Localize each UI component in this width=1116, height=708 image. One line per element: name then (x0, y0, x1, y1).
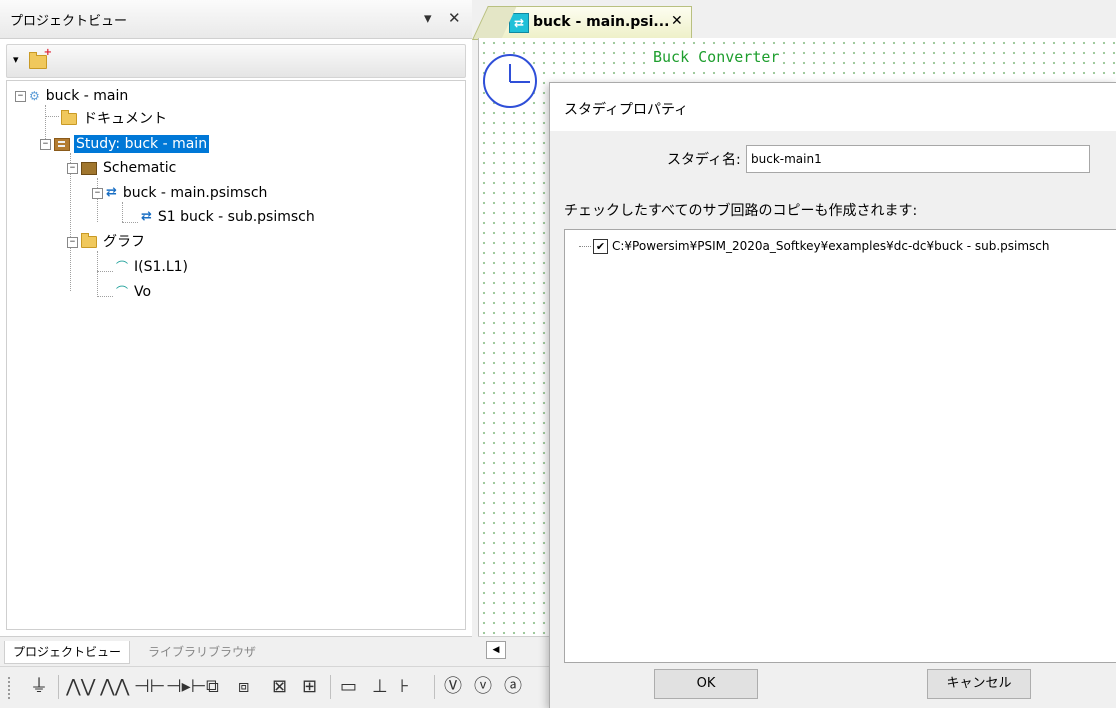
tree-node-subcircuit[interactable]: ⇄ S1 buck - sub.psimsch (141, 206, 317, 228)
tree-node-schematic[interactable]: − Schematic (67, 157, 178, 179)
sensor-icon[interactable]: ⊦ (400, 675, 409, 699)
study-name-input[interactable] (746, 145, 1090, 173)
voltage-probe-icon[interactable]: Ⓥ (444, 675, 462, 699)
subcircuit-icon: ⇄ (106, 185, 117, 200)
ground-icon[interactable]: ⏚ (30, 675, 48, 699)
ammeter-icon[interactable]: ⓐ (504, 675, 522, 699)
capacitor-icon[interactable]: ⊣⊢ (134, 675, 165, 699)
collapse-icon[interactable]: − (92, 187, 103, 199)
subcircuit-list[interactable]: ✔ C:¥Powersim¥PSIM_2020a_Softkey¥examples… (564, 229, 1116, 663)
tab-project-view[interactable]: プロジェクトビュー (4, 641, 131, 664)
tree-node-documents[interactable]: ドキュメント (61, 108, 169, 130)
editor-tab-bar: ⇄ buck - main.psi... ✕ (472, 0, 1116, 39)
subcircuit-checkbox[interactable]: ✔ (593, 239, 608, 254)
tree-node-graphs[interactable]: − グラフ (67, 231, 147, 253)
collapse-icon[interactable]: − (15, 90, 26, 102)
ok-button[interactable]: OK (654, 669, 758, 699)
panel-tab-strip: プロジェクトビュー ライブラリブラウザ (0, 636, 472, 667)
collapse-icon[interactable]: − (67, 236, 78, 248)
source-icon[interactable]: ⊥ (372, 675, 388, 699)
schematic-icon (81, 161, 97, 175)
tree-line (97, 251, 98, 297)
cancel-button[interactable]: キャンセル (927, 669, 1031, 699)
toolbar-separator (330, 675, 331, 699)
voltmeter-icon[interactable]: ⓥ (474, 675, 492, 699)
graph-icon: ⌒ (116, 285, 129, 299)
bridge-icon[interactable]: ⊞ (302, 675, 317, 699)
toolbar-separator (434, 675, 435, 699)
dialog-titlebar: スタディプロパティ (550, 83, 1116, 131)
tree-line (45, 116, 59, 117)
editor-tab-label: buck - main.psi... (533, 14, 670, 30)
inductor-icon[interactable]: ⋀⋀ (100, 675, 130, 699)
folder-icon (81, 233, 97, 248)
transformer-icon[interactable]: ⊠ (272, 675, 287, 699)
scroll-left-icon[interactable]: ◀ (486, 641, 506, 659)
diode-icon[interactable]: ⊣▸⊢ (166, 675, 206, 699)
tree-line (97, 296, 113, 297)
tree-line (579, 245, 591, 248)
tab-buck-main[interactable]: ⇄ buck - main.psi... ✕ (500, 6, 692, 39)
panel-menu-icon[interactable]: ▾ (424, 8, 432, 28)
schematic-title: Buck Converter (651, 48, 782, 66)
project-tree: − ⚙ buck - main ドキュメント − Study: buck - main… (6, 80, 466, 630)
toolbar-separator (58, 675, 59, 699)
graph-icon: ⌒ (116, 260, 129, 274)
meter-icon[interactable]: ▭ (340, 675, 357, 699)
switch-icon[interactable]: ⧉ (206, 675, 219, 699)
panel-close-icon[interactable]: ✕ (448, 8, 461, 28)
collapse-icon[interactable]: − (67, 162, 78, 174)
project-view-title: プロジェクトビュー (10, 14, 128, 29)
tree-node-study[interactable]: − Study: buck - main (40, 133, 210, 155)
study-properties-dialog: スタディプロパティ スタディ名: チェックしたすべてのサブ回路のコピーも作成され… (549, 82, 1116, 708)
toolbar-grip[interactable] (8, 677, 13, 699)
list-item[interactable]: ✔ C:¥Powersim¥PSIM_2020a_Softkey¥examples… (579, 236, 1050, 256)
tree-line (97, 271, 113, 272)
component-toolbar: ⏚ ⋀⋁ ⋀⋀ ⊣⊢ ⊣▸⊢ ⧉ ⧈ ⊠ ⊞ ▭ ⊥ ⊦ Ⓥ ⓥ ⓐ (0, 666, 560, 708)
tab-library-browser[interactable]: ライブラリブラウザ (140, 641, 264, 663)
tab-close-icon[interactable]: ✕ (671, 13, 683, 29)
collapse-icon[interactable]: − (40, 138, 51, 150)
resistor-icon[interactable]: ⋀⋁ (66, 675, 96, 699)
switch-reverse-icon[interactable]: ⧈ (238, 675, 249, 699)
study-name-label: スタディ名: (667, 152, 741, 168)
dialog-title: スタディプロパティ (564, 102, 689, 118)
tree-line (122, 222, 138, 223)
subcircuit-icon: ⇄ (141, 209, 152, 224)
folder-icon (61, 110, 77, 125)
horizontal-scrollbar[interactable]: ◀ (478, 636, 558, 659)
subcircuit-copy-message: チェックしたすべてのサブ回路のコピーも作成されます: (564, 203, 918, 219)
new-dropdown-icon[interactable]: ▾ (13, 53, 19, 66)
tree-node-graph-il1[interactable]: ⌒ I(S1.L1) (116, 256, 190, 278)
tree-node-graph-vo[interactable]: ⌒ Vo (116, 281, 153, 303)
tree-node-project[interactable]: − ⚙ buck - main (15, 85, 130, 107)
tree-node-main-schematic[interactable]: − ⇄ buck - main.psimsch (92, 182, 269, 204)
subcircuit-path: C:¥Powersim¥PSIM_2020a_Softkey¥examples¥… (612, 239, 1050, 253)
project-icon: ⚙ (29, 89, 40, 103)
tree-line (122, 202, 123, 222)
project-toolbar: ▾ (6, 44, 466, 78)
study-icon (54, 137, 70, 151)
clock-icon[interactable] (483, 54, 537, 108)
project-view-panel: プロジェクトビュー ▾ ✕ ▾ −⚙buck - main ドキュメント −St… (0, 0, 472, 636)
new-folder-icon[interactable] (29, 47, 52, 69)
project-view-header: プロジェクトビュー ▾ ✕ (0, 0, 472, 39)
